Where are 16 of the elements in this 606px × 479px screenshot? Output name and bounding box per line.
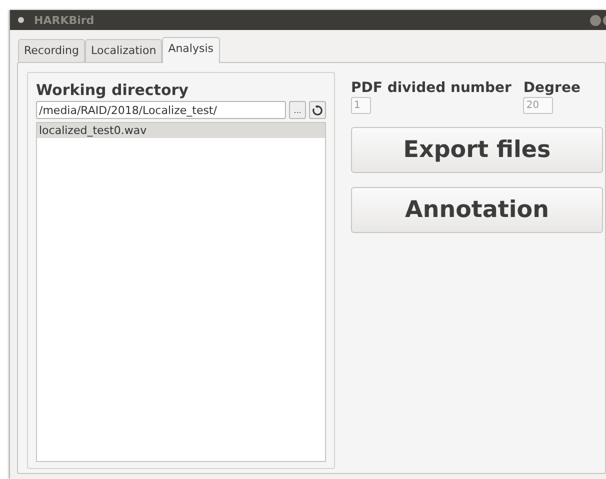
field-label: Degree [523,80,580,96]
tab[interactable]: Recording [18,39,86,62]
field-label: PDF divided number [351,80,512,96]
minimize-icon[interactable] [590,14,601,26]
path-field[interactable]: /media/RAID/2018/Localize_test/ [36,101,286,119]
tab[interactable]: Analysis [162,37,220,63]
refresh-button[interactable] [309,101,326,119]
action-button[interactable]: Export files [351,127,603,173]
group-title: Working directory [36,81,190,99]
browse-button[interactable]: ... [289,101,306,119]
tab[interactable]: Localization [85,39,162,62]
refresh-icon [312,104,323,116]
action-button[interactable]: Annotation [351,187,603,233]
file-item[interactable]: localized_test0.wav [37,123,325,138]
window-icon [18,17,24,23]
window-title: HARKBird [34,14,94,26]
